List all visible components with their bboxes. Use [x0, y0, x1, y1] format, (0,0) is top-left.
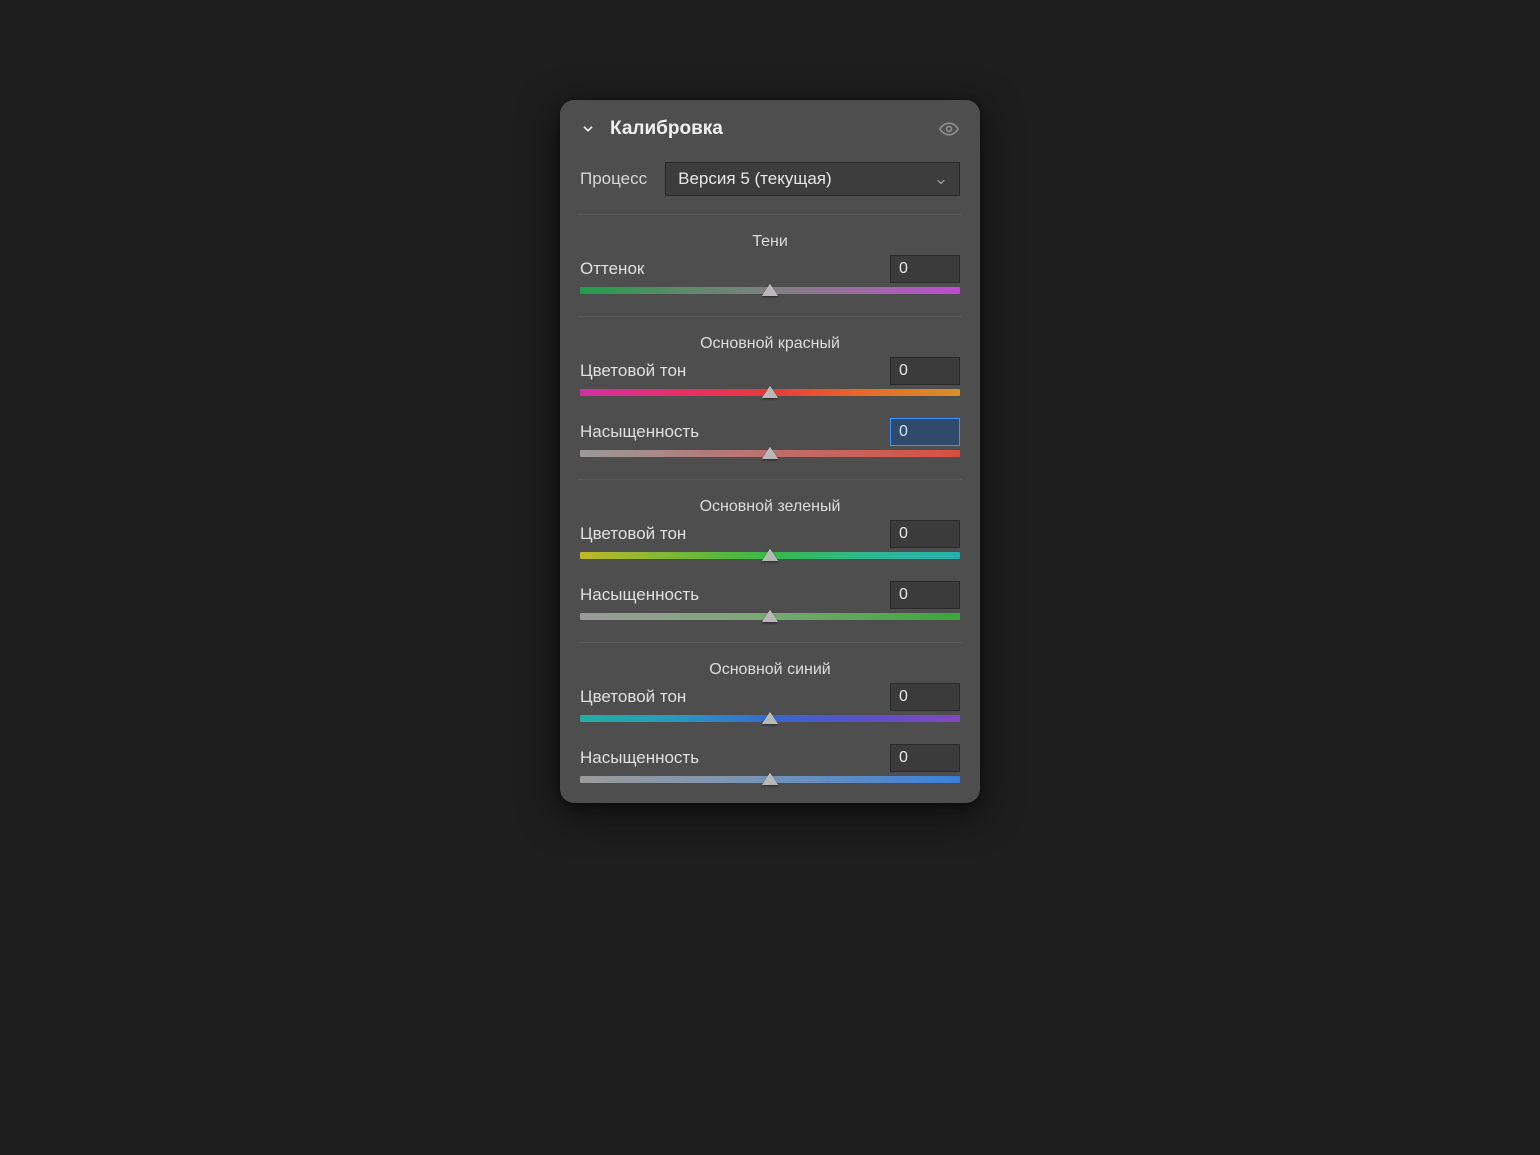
slider-row: Оттенок — [580, 255, 960, 283]
slider-thumb[interactable] — [762, 773, 778, 785]
green-sat-label: Насыщенность — [580, 585, 699, 605]
shadow-tint-value[interactable] — [890, 255, 960, 283]
slider-row: Цветовой тон — [580, 357, 960, 385]
blue-sat-value[interactable] — [890, 744, 960, 772]
green-sat-value[interactable] — [890, 581, 960, 609]
divider — [578, 479, 962, 480]
section-title-blue: Основной синий — [580, 661, 960, 679]
panel-header: Калибровка — [580, 118, 960, 140]
group-blue: Основной синий Цветовой тон Насыщенность — [580, 661, 960, 783]
blue-hue-slider[interactable] — [580, 715, 960, 722]
green-hue-value[interactable] — [890, 520, 960, 548]
slider-thumb[interactable] — [762, 712, 778, 724]
blue-hue-value[interactable] — [890, 683, 960, 711]
blue-sat-label: Насыщенность — [580, 748, 699, 768]
process-label: Процесс — [580, 169, 647, 189]
red-sat-label: Насыщенность — [580, 422, 699, 442]
red-hue-value[interactable] — [890, 357, 960, 385]
green-hue-slider[interactable] — [580, 552, 960, 559]
red-sat-value[interactable] — [890, 418, 960, 446]
process-row: Процесс Версия 5 (текущая) — [580, 162, 960, 196]
slider-row: Насыщенность — [580, 418, 960, 446]
process-select[interactable]: Версия 5 (текущая) — [665, 162, 960, 196]
shadow-tint-label: Оттенок — [580, 259, 644, 279]
slider-row: Цветовой тон — [580, 520, 960, 548]
eye-icon[interactable] — [938, 118, 960, 140]
divider — [578, 642, 962, 643]
green-sat-slider[interactable] — [580, 613, 960, 620]
blue-sat-slider[interactable] — [580, 776, 960, 783]
panel-title: Калибровка — [610, 118, 723, 140]
slider-thumb[interactable] — [762, 610, 778, 622]
divider — [578, 316, 962, 317]
slider-thumb[interactable] — [762, 447, 778, 459]
slider-row: Цветовой тон — [580, 683, 960, 711]
panel-header-left: Калибровка — [580, 118, 723, 140]
process-select-value: Версия 5 (текущая) — [678, 169, 832, 189]
calibration-panel: Калибровка Процесс Версия 5 (текущая) Те… — [560, 100, 980, 803]
chevron-down-icon — [935, 173, 947, 185]
section-title-shadows: Тени — [580, 233, 960, 251]
shadow-tint-slider[interactable] — [580, 287, 960, 294]
slider-row: Насыщенность — [580, 744, 960, 772]
red-hue-slider[interactable] — [580, 389, 960, 396]
section-title-red: Основной красный — [580, 335, 960, 353]
slider-thumb[interactable] — [762, 549, 778, 561]
slider-row: Насыщенность — [580, 581, 960, 609]
blue-hue-label: Цветовой тон — [580, 687, 686, 707]
red-sat-slider[interactable] — [580, 450, 960, 457]
red-hue-label: Цветовой тон — [580, 361, 686, 381]
chevron-down-icon[interactable] — [580, 121, 596, 137]
group-shadows: Тени Оттенок — [580, 233, 960, 294]
slider-thumb[interactable] — [762, 284, 778, 296]
group-green: Основной зеленый Цветовой тон Насыщеннос… — [580, 498, 960, 620]
group-red: Основной красный Цветовой тон Насыщеннос… — [580, 335, 960, 457]
divider — [578, 214, 962, 215]
section-title-green: Основной зеленый — [580, 498, 960, 516]
slider-thumb[interactable] — [762, 386, 778, 398]
green-hue-label: Цветовой тон — [580, 524, 686, 544]
